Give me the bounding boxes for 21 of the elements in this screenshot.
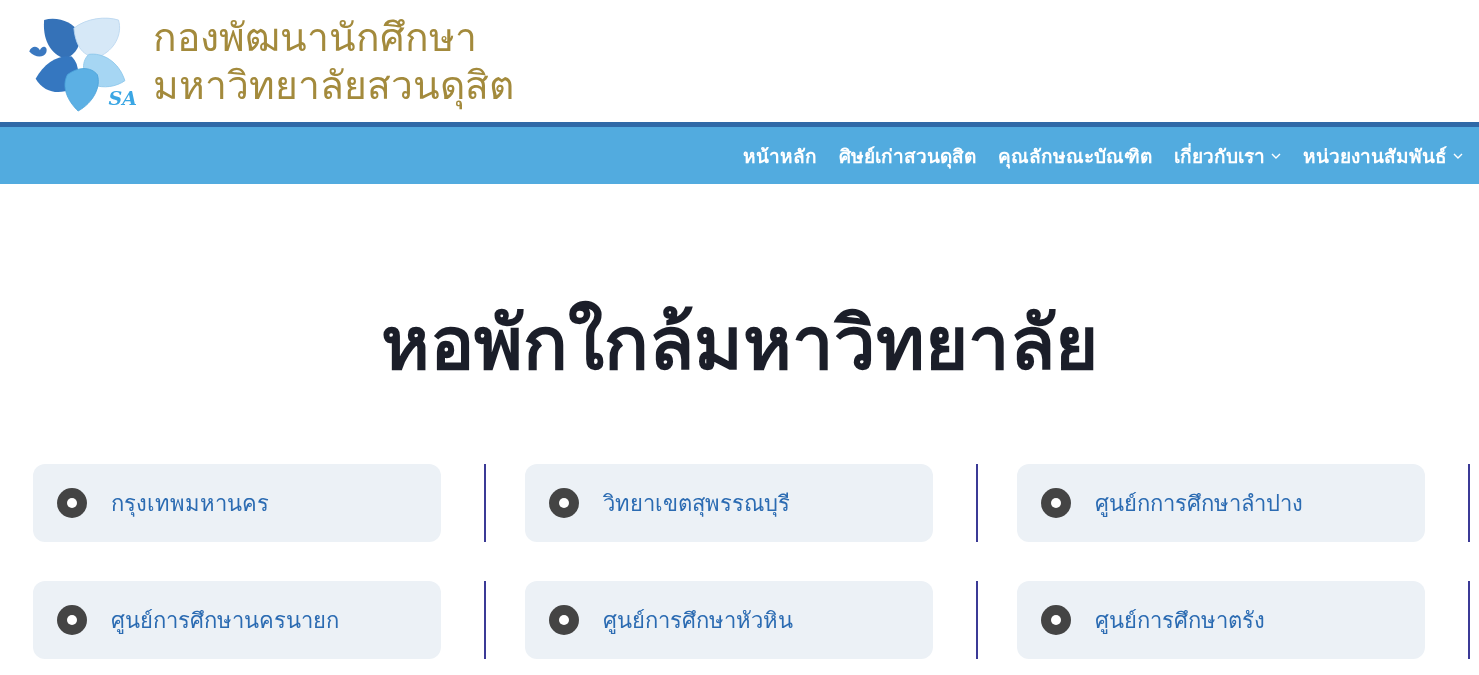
dot-circle-icon <box>57 605 87 635</box>
page-title: หอพักใกล้มหาวิทยาลัย <box>380 299 1099 388</box>
nav-link[interactable]: ศิษย์เก่าสวนดุสิต <box>829 134 986 177</box>
site-title-line: มหาวิทยาลัยสวนดุสิต <box>153 63 514 109</box>
nav-link[interactable]: คุณลักษณะบัณฑิต <box>988 134 1162 177</box>
location-link[interactable]: วิทยาเขตสุพรรณบุรี <box>525 464 933 542</box>
dot-circle-icon <box>549 488 579 518</box>
location-link[interactable]: ศูนย์การศึกษาหัวหิน <box>525 581 933 659</box>
location-link[interactable]: ศูนย์การศึกษานครนายก <box>33 581 441 659</box>
site-title-line: กองพัฒนานักศึกษา <box>153 15 478 61</box>
dot-circle-icon <box>549 605 579 635</box>
logo-initials: SA <box>108 89 137 108</box>
dot-circle-icon <box>1041 488 1071 518</box>
dot-circle-icon <box>57 488 87 518</box>
nav-link[interactable]: เกี่ยวกับเรา <box>1164 134 1291 177</box>
location-link[interactable]: กรุงเทพมหานคร <box>33 464 441 542</box>
location-link[interactable]: ศูนย์กการศึกษาลำปาง <box>1017 464 1425 542</box>
nav-link[interactable]: หน่วยงานสัมพันธ์ <box>1293 134 1473 177</box>
nav-link[interactable]: หน้าหลัก <box>733 134 827 177</box>
location-link[interactable]: ศูนย์การศึกษาตรัง <box>1017 581 1425 659</box>
dot-circle-icon <box>1041 605 1071 635</box>
